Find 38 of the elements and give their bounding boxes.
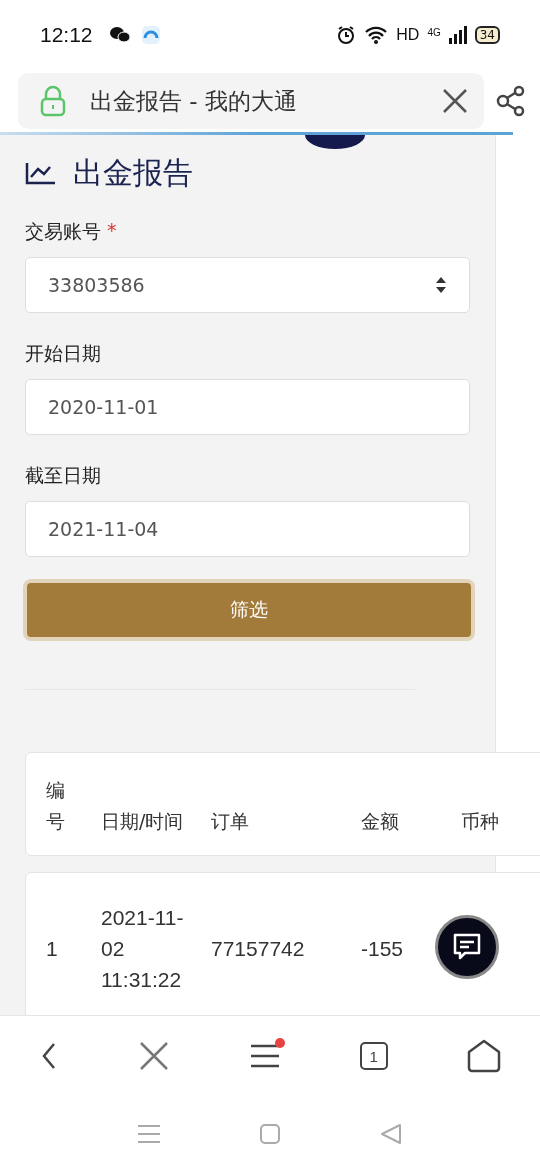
field-label: 交易账号 — [25, 219, 101, 244]
close-icon — [138, 1040, 171, 1072]
column-header: 订单 — [210, 809, 250, 834]
battery-level: 34 — [474, 26, 500, 44]
alarm-icon — [336, 25, 357, 45]
table-cell-text: -155 — [360, 935, 405, 962]
table-cell-text: 1 — [45, 935, 59, 962]
page-title: 出金报告 - 我的大通 — [90, 86, 298, 116]
chat-app-icon — [108, 26, 131, 44]
column-header: 币种 — [460, 809, 500, 834]
address-bar[interactable]: 出金报告 - 我的大通 — [18, 73, 484, 129]
share-icon[interactable] — [496, 85, 526, 117]
network-type: 4G — [427, 27, 441, 38]
filter-button[interactable]: 筛选 — [23, 579, 475, 641]
hd-indicator: HD — [396, 26, 420, 44]
chart-icon — [25, 161, 57, 185]
tabs-button[interactable]: 1 — [353, 1036, 394, 1076]
table-cell-text: 2021-11-02 11:31:22 — [100, 904, 185, 993]
signal-icon — [448, 26, 467, 44]
account-select[interactable]: 33803586 — [25, 257, 470, 313]
close-icon[interactable] — [442, 88, 468, 114]
column-header: 金额 — [360, 809, 400, 834]
lock-icon — [40, 85, 66, 117]
column-header: 编号 — [45, 778, 66, 834]
wifi-icon — [364, 26, 389, 44]
sort-arrows-icon — [435, 276, 447, 294]
menu-icon — [249, 1042, 281, 1070]
home-icon — [466, 1039, 501, 1073]
table-cell-text: 77157742 — [210, 935, 306, 962]
column-header: 日期/时间 — [100, 809, 185, 834]
status-time: 12:12 — [40, 23, 93, 47]
field-label: 开始日期 — [25, 341, 101, 366]
date-field[interactable]: 2020-11-01 — [25, 379, 470, 435]
field-label: 截至日期 — [25, 463, 101, 488]
required-mark: * — [107, 219, 117, 243]
browser-app-icon — [140, 25, 161, 45]
page-heading: 出金报告 — [73, 153, 193, 192]
date-field[interactable]: 2021-11-04 — [25, 501, 470, 557]
